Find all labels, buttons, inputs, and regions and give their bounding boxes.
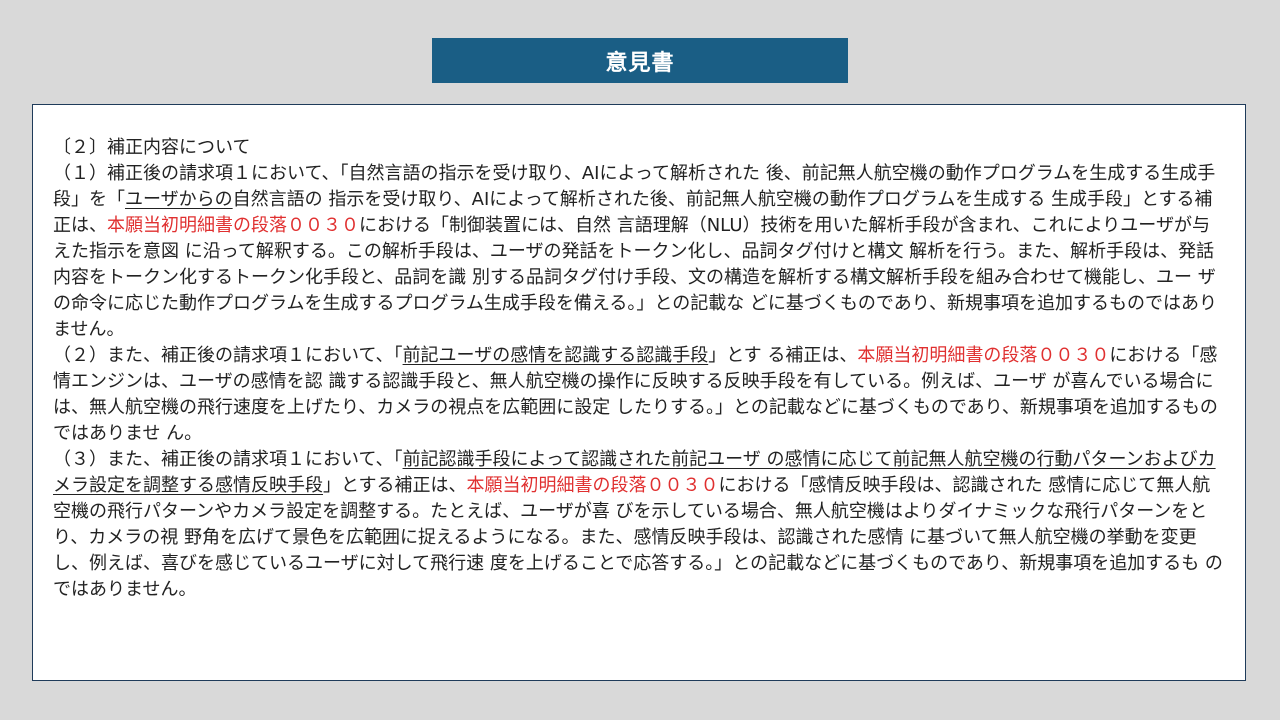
p3-text-a: （３）また、補正後の請求項１において、「 [53,449,403,470]
p1-reference: 本願当初明細書の段落００３０ [107,215,359,236]
p2-underlined: 前記ユーザの感情を認識する認識手段 [402,345,709,366]
p3-reference: 本願当初明細書の段落００３０ [466,475,719,496]
document-body: 〔２〕補正内容について （１）補正後の請求項１において、「自然言語の指示を受け取… [53,135,1225,603]
paragraph-3: （３）また、補正後の請求項１において、「前記認識手段によって認識された前記ユーザ… [53,447,1225,603]
p3-text-c: 」とする補正は、 [323,475,467,496]
p2-text-c: 」とす る補正は、 [708,345,858,366]
p1-underlined: ユーザからの [125,189,233,210]
page-title: 意見書 [432,38,848,83]
p2-reference: 本願当初明細書の段落００３０ [857,345,1110,366]
p2-text-a: （２）また、補正後の請求項１において、「 [53,345,403,366]
section-heading: 〔２〕補正内容について [53,137,251,158]
paragraph-1: （１）補正後の請求項１において、「自然言語の指示を受け取り、AIによって解析され… [53,161,1225,343]
paragraph-2: （２）また、補正後の請求項１において、「前記ユーザの感情を認識する認識手段」とす… [53,343,1225,447]
document-panel: 〔２〕補正内容について （１）補正後の請求項１において、「自然言語の指示を受け取… [32,104,1246,681]
